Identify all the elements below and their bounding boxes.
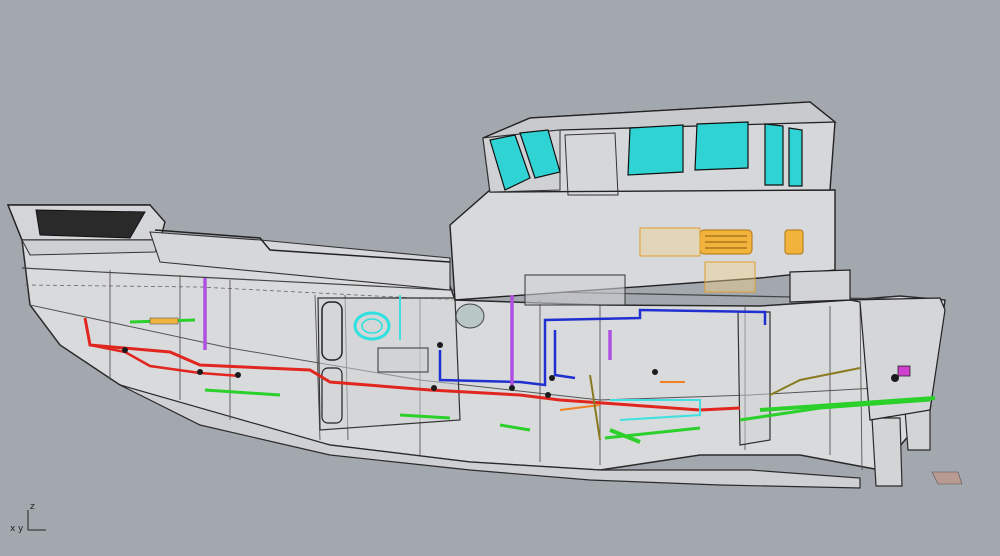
tank-box-1	[377, 347, 429, 373]
bow-battery	[149, 317, 179, 325]
bow-ramp-dark	[35, 209, 146, 239]
window-side-3	[764, 123, 784, 186]
aft-fitting	[897, 365, 911, 377]
rudder-2	[904, 409, 931, 451]
axis-z-label: z	[30, 502, 35, 512]
ground-shadow	[931, 471, 963, 485]
tank-box-2	[524, 274, 626, 306]
vent-louver-small	[784, 229, 804, 255]
window-side-2	[694, 121, 749, 171]
window-side-4	[788, 127, 803, 187]
rhino-viewport[interactable]: z x y	[0, 0, 1000, 556]
porthole-2	[455, 303, 485, 329]
window-side-1	[627, 124, 684, 176]
axis-y-label: y	[18, 524, 24, 534]
aft-deck-box	[789, 269, 851, 303]
rudder	[871, 417, 903, 487]
bulkhead-aft	[737, 311, 771, 446]
boat-model	[6, 101, 963, 489]
axis-x-label: x	[10, 524, 16, 534]
bow-lower	[21, 239, 161, 256]
axis-widget: z x y	[6, 500, 56, 550]
